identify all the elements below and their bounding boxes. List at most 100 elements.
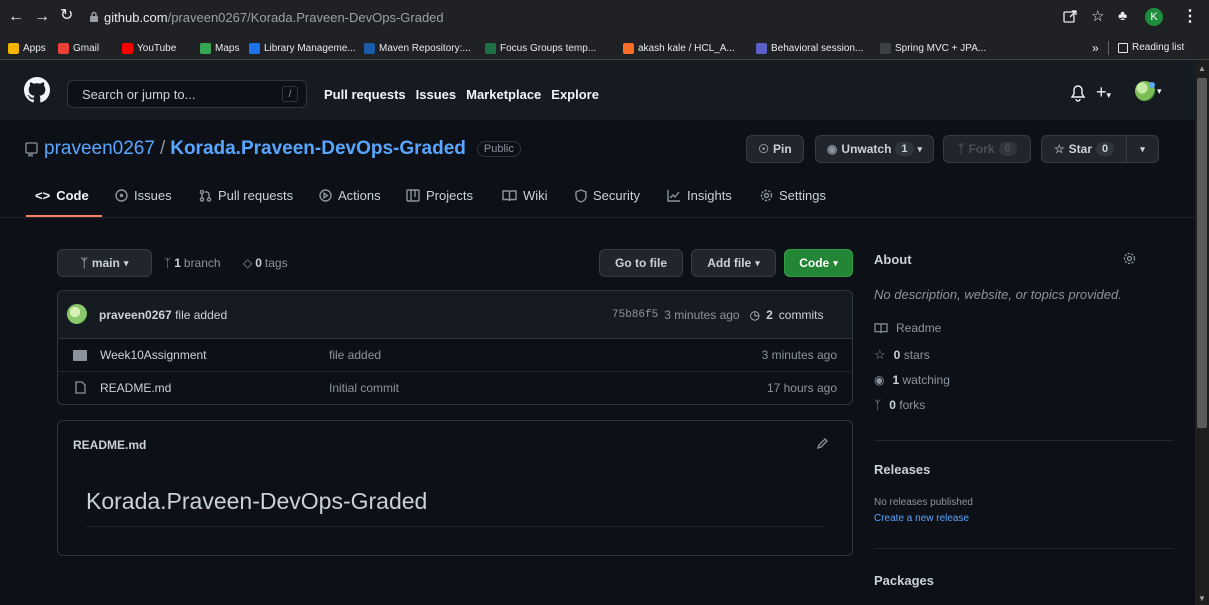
search-input[interactable]: Search or jump to... /	[67, 80, 307, 108]
table-row[interactable]: README.md Initial commit 17 hours ago	[58, 372, 852, 404]
reading-list-button[interactable]: Reading list	[1118, 42, 1184, 53]
watching-link[interactable]: ◉ 1 watching	[874, 373, 950, 387]
bookmark-item[interactable]: Library Manageme...	[249, 43, 356, 54]
commit-author-avatar[interactable]	[67, 304, 87, 324]
repo-separator: /	[159, 138, 166, 159]
bookmark-label: Apps	[23, 43, 46, 54]
bookmark-favicon-icon	[880, 43, 891, 54]
bookmark-item[interactable]: Behavioral session...	[756, 43, 863, 54]
eye-icon: ◉	[826, 142, 838, 156]
bookmark-label: Behavioral session...	[771, 43, 864, 54]
commit-count-word[interactable]: commits	[779, 308, 824, 322]
commit-author[interactable]: praveen0267	[99, 308, 172, 322]
tab-code[interactable]: <> Code	[35, 188, 89, 203]
bookmark-label: akash kale / HCL_A...	[638, 43, 735, 54]
tab-wiki[interactable]: Wiki	[502, 188, 548, 203]
repo-name-link[interactable]: Korada.Praveen-DevOps-Graded	[170, 138, 466, 160]
create-release-link[interactable]: Create a new release	[874, 513, 969, 524]
file-commit-message[interactable]: Initial commit	[329, 381, 399, 395]
scroll-down-arrow-icon[interactable]: ▼	[1198, 594, 1206, 603]
branch-count-icon: ᛉ	[164, 256, 172, 270]
pin-button[interactable]: ☉ Pin	[746, 135, 804, 163]
reload-icon[interactable]: ↻	[60, 8, 73, 24]
bookmark-item[interactable]: akash kale / HCL_A...	[623, 43, 735, 54]
tags-link[interactable]: ◇ 0 tags	[243, 256, 288, 270]
table-row[interactable]: Week10Assignment file added 3 minutes ag…	[58, 340, 852, 371]
commit-time: 3 minutes ago	[664, 308, 740, 322]
tab-actions[interactable]: Actions	[319, 188, 381, 203]
user-avatar[interactable]: ▾	[1135, 81, 1162, 101]
packages-title[interactable]: Packages	[874, 573, 934, 588]
unwatch-button[interactable]: ◉ Unwatch 1 ▾	[815, 135, 934, 163]
bookmark-favicon-icon	[364, 43, 375, 54]
share-icon[interactable]	[1062, 8, 1078, 24]
add-file-button[interactable]: Add file ▾	[691, 249, 776, 277]
readme-heading-rule	[86, 526, 824, 527]
create-new-plus-icon[interactable]: +▾	[1096, 82, 1111, 103]
releases-title[interactable]: Releases	[874, 462, 930, 477]
file-commit-message[interactable]: file added	[329, 348, 381, 362]
profile-avatar[interactable]: K	[1145, 8, 1163, 26]
star-list-dropdown[interactable]: ▾	[1126, 135, 1159, 163]
bookmark-item[interactable]: Maven Repository:...	[364, 43, 471, 54]
tab-security[interactable]: Security	[575, 188, 640, 203]
chrome-menu-icon[interactable]: ⋮	[1182, 6, 1198, 26]
forks-link[interactable]: ᛉ 0 forks	[874, 398, 925, 412]
tab-wiki-label: Wiki	[523, 188, 548, 203]
bookmark-item[interactable]: Maps	[200, 43, 239, 54]
scrollbar-thumb[interactable]	[1197, 78, 1207, 428]
go-to-file-button[interactable]: Go to file	[599, 249, 683, 277]
github-logo-icon[interactable]	[24, 77, 50, 103]
lock-icon	[89, 11, 99, 23]
commit-count[interactable]: 2	[766, 308, 773, 322]
bookmark-item[interactable]: Focus Groups temp...	[485, 43, 596, 54]
folder-icon	[73, 350, 87, 361]
repo-owner-link[interactable]: praveen0267	[44, 138, 155, 160]
bookmark-favicon-icon	[58, 43, 69, 54]
bookmark-star-icon[interactable]: ☆	[1091, 7, 1104, 25]
chevron-down-icon: ▾	[755, 257, 760, 268]
no-releases-text: No releases published	[874, 497, 973, 508]
tab-settings[interactable]: Settings	[760, 188, 826, 203]
tab-issues[interactable]: Issues	[115, 188, 172, 203]
tab-insights[interactable]: Insights	[667, 188, 732, 203]
watching-count: 1	[892, 373, 900, 387]
address-bar[interactable]: github.com/praveen0267/Korada.Praveen-De…	[104, 10, 444, 25]
scroll-up-arrow-icon[interactable]: ▲	[1198, 64, 1206, 73]
bookmark-item[interactable]: YouTube	[122, 43, 176, 54]
tab-projects-label: Projects	[426, 188, 473, 203]
commit-hash[interactable]: 75b86f5	[612, 309, 658, 321]
tab-code-underline	[26, 215, 102, 217]
extensions-icon[interactable]: ♣	[1118, 7, 1127, 23]
back-arrow-icon[interactable]: ←	[8, 9, 24, 25]
nav-issues[interactable]: Issues	[416, 87, 456, 102]
code-button[interactable]: Code ▾	[784, 249, 853, 277]
commit-message[interactable]: file added	[175, 308, 227, 322]
nav-explore[interactable]: Explore	[551, 87, 599, 102]
nav-marketplace[interactable]: Marketplace	[466, 87, 541, 102]
file-name[interactable]: Week10Assignment	[100, 348, 207, 362]
tab-pull-requests[interactable]: Pull requests	[199, 188, 293, 203]
about-settings-gear-icon[interactable]	[1123, 252, 1136, 265]
nav-pull-requests[interactable]: Pull requests	[324, 87, 406, 102]
tab-actions-label: Actions	[338, 188, 381, 203]
bookmark-label: Maps	[215, 43, 240, 54]
bookmark-item[interactable]: Apps	[8, 43, 46, 54]
star-button[interactable]: ☆ Star 0	[1041, 135, 1127, 163]
readme-link[interactable]: Readme	[874, 321, 941, 335]
stars-link[interactable]: ☆ 0 stars	[874, 347, 930, 363]
bookmark-item[interactable]: Spring MVC + JPA...	[880, 43, 986, 54]
tag-word: tags	[264, 256, 288, 270]
branches-link[interactable]: ᛉ 1 branch	[164, 256, 221, 270]
edit-pencil-icon[interactable]	[816, 437, 829, 450]
bookmarks-more-button[interactable]: »	[1092, 41, 1099, 55]
tab-projects[interactable]: Projects	[406, 188, 473, 203]
notifications-bell-icon[interactable]	[1070, 84, 1086, 102]
stars-word: stars	[903, 348, 930, 362]
gear-icon	[760, 189, 773, 202]
branch-select-button[interactable]: ᛉ main ▾	[57, 249, 152, 277]
file-name[interactable]: README.md	[100, 381, 171, 395]
forward-arrow-icon[interactable]: →	[34, 9, 50, 25]
bookmark-item[interactable]: Gmail	[58, 43, 99, 54]
file-time: 3 minutes ago	[761, 348, 837, 362]
